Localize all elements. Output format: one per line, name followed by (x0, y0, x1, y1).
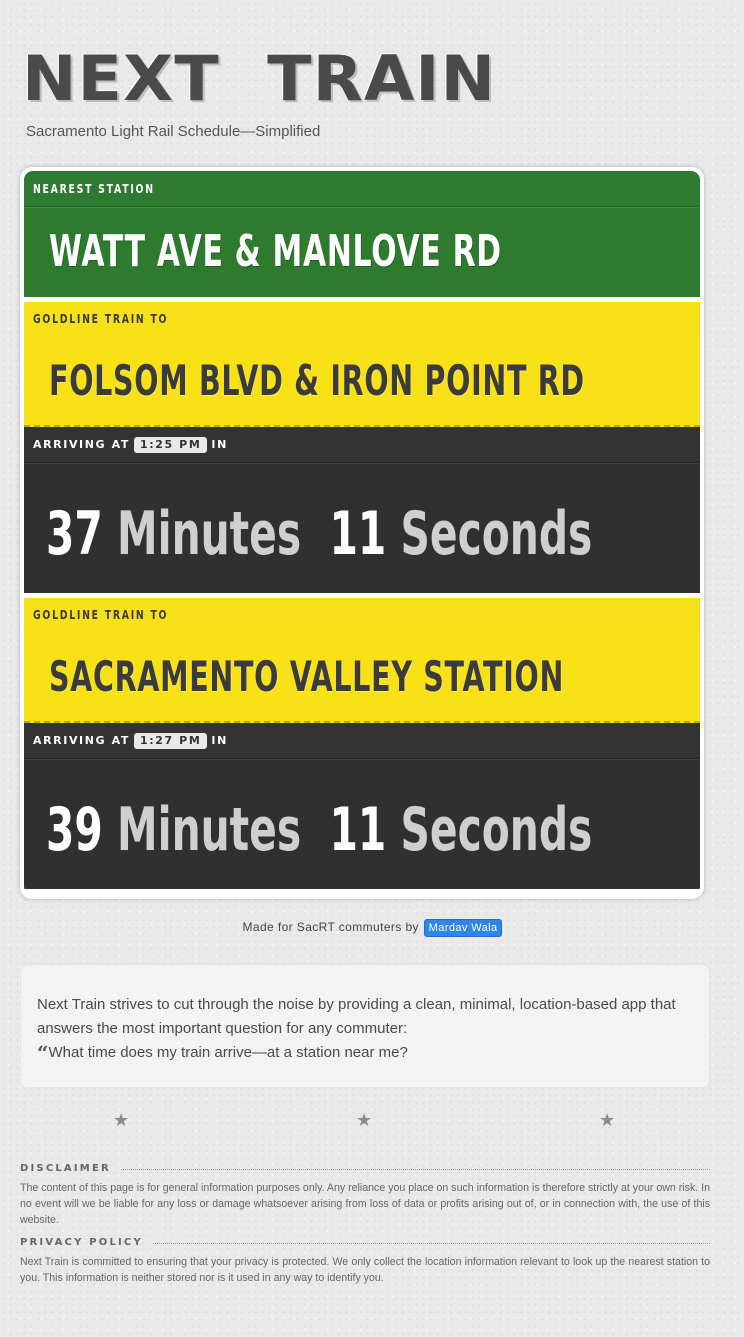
train-2-arriving-label: ARRIVING AT (33, 733, 130, 747)
about-question: What time does my train arrive—at a stat… (48, 1044, 408, 1061)
privacy-header: PRIVACY POLICY (20, 1235, 710, 1249)
train-1-seconds: 11 (329, 499, 387, 569)
disclaimer-text: The content of this page is for general … (20, 1182, 710, 1226)
train-2-arrival-header: ARRIVING AT 1:27 PM IN (24, 723, 700, 759)
train-1-destination: FOLSOM BLVD & IRON POINT RD (49, 356, 585, 405)
about-panel: Next Train strives to cut through the no… (20, 964, 710, 1088)
about-question-line: “What time does my train arrive—at a sta… (37, 1041, 693, 1065)
train-2-countdown-panel: 39 Minutes 11 Seconds (24, 759, 700, 889)
train-2-destination: SACRAMENTO VALLEY STATION (49, 652, 565, 701)
train-1-minutes-unit: Minutes (116, 499, 302, 569)
station-name: WATT AVE & MANLOVE RD (49, 226, 502, 277)
train-2-arrival-time: 1:27 PM (133, 732, 208, 749)
privacy-text: Next Train is committed to ensuring that… (20, 1256, 710, 1284)
train-1-minutes: 37 (46, 499, 103, 569)
train-2-countdown: 39 Minutes 11 Seconds (46, 760, 592, 895)
train-2-seconds-unit: Seconds (400, 795, 593, 865)
train-1-countdown-panel: 37 Minutes 11 Seconds (24, 463, 700, 593)
train-1-arrival-header: ARRIVING AT 1:25 PM IN (24, 427, 700, 463)
train-1-arrival-time: 1:25 PM (133, 436, 208, 453)
dotted-rule (120, 1168, 710, 1170)
train-1-in-label: IN (211, 437, 228, 451)
train-2-in-label: IN (211, 733, 228, 747)
nearest-station-header: NEAREST STATION (24, 171, 700, 207)
author-link[interactable]: Mardav Wala (424, 920, 502, 936)
app-subtitle: Sacramento Light Rail Schedule—Simplifie… (26, 123, 321, 140)
credit-line: Made for SacRT commuters by Mardav Wala (0, 920, 744, 936)
train-2-label: GOLDLINE TRAIN TO (33, 608, 169, 622)
train-1-arriving-label: ARRIVING AT (33, 437, 130, 451)
nearest-station-label: NEAREST STATION (33, 182, 155, 196)
dotted-rule (152, 1242, 710, 1244)
app-title: NEXT TRAIN (22, 42, 497, 115)
star-icon: ★ (356, 1110, 373, 1130)
train-1-seconds-unit: Seconds (400, 499, 593, 569)
train-1-label: GOLDLINE TRAIN TO (33, 312, 169, 326)
star-icon: ★ (599, 1110, 616, 1130)
train-2-seconds: 11 (329, 795, 387, 865)
train-2-minutes-unit: Minutes (116, 795, 302, 865)
train-1-countdown: 37 Minutes 11 Seconds (46, 464, 592, 604)
train-2-destination-panel: SACRAMENTO VALLEY STATION (24, 631, 700, 723)
schedule-board: NEAREST STATION WATT AVE & MANLOVE RD GO… (20, 167, 704, 899)
privacy-title: PRIVACY POLICY (20, 1236, 143, 1248)
train-1-header: GOLDLINE TRAIN TO (24, 302, 700, 335)
quote-icon: “ (37, 1041, 49, 1065)
disclaimer-header: DISCLAIMER (20, 1161, 710, 1175)
train-1-destination-panel: FOLSOM BLVD & IRON POINT RD (24, 335, 700, 427)
about-text: Next Train strives to cut through the no… (37, 996, 676, 1037)
star-divider: ★ ★ ★ (0, 1110, 744, 1130)
credit-text: Made for SacRT commuters by (242, 920, 419, 934)
nearest-station-panel: WATT AVE & MANLOVE RD (24, 207, 700, 297)
disclaimer-title: DISCLAIMER (20, 1162, 111, 1174)
train-2-minutes: 39 (46, 795, 103, 865)
star-icon: ★ (113, 1110, 130, 1130)
